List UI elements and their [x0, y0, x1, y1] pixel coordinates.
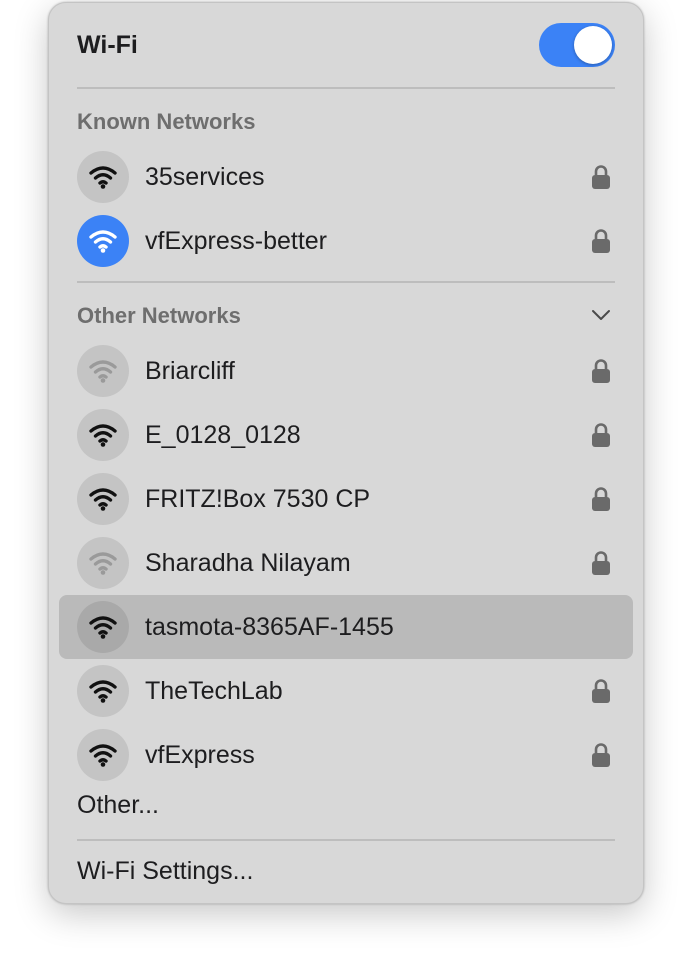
- other-networks-label: Other Networks: [77, 303, 241, 328]
- lock-icon: [591, 228, 611, 254]
- wifi-signal-icon: [77, 601, 129, 653]
- network-row[interactable]: Sharadha Nilayam: [59, 531, 633, 595]
- wifi-toggle[interactable]: [539, 23, 615, 67]
- network-name: FRITZ!Box 7530 CP: [145, 485, 371, 513]
- lock-icon: [591, 486, 611, 512]
- wifi-header: Wi-Fi: [77, 19, 615, 75]
- network-name: Sharadha Nilayam: [145, 549, 351, 577]
- lock-icon: [591, 678, 611, 704]
- wifi-signal-icon: [77, 473, 129, 525]
- divider: [77, 839, 615, 841]
- wifi-signal-icon: [77, 665, 129, 717]
- network-name: 35services: [145, 163, 265, 191]
- divider: [77, 281, 615, 283]
- network-row[interactable]: FRITZ!Box 7530 CP: [59, 467, 633, 531]
- divider: [77, 87, 615, 89]
- lock-icon: [591, 358, 611, 384]
- wifi-signal-icon: [77, 537, 129, 589]
- network-name: tasmota-8365AF-1455: [145, 613, 394, 641]
- network-name: vfExpress-better: [145, 227, 328, 255]
- network-name: E_0128_0128: [145, 421, 301, 449]
- wifi-signal-icon: [77, 345, 129, 397]
- network-row[interactable]: TheTechLab: [59, 659, 633, 723]
- network-row[interactable]: vfExpress-better: [59, 209, 633, 273]
- lock-icon: [591, 164, 611, 190]
- network-row[interactable]: E_0128_0128: [59, 403, 633, 467]
- network-row[interactable]: 35services: [59, 145, 633, 209]
- lock-icon: [591, 422, 611, 448]
- network-name: vfExpress: [145, 741, 255, 769]
- lock-icon: [591, 742, 611, 768]
- wifi-menu: Wi-Fi Known Networks Other Networks Othe…: [48, 2, 644, 904]
- network-row[interactable]: Briarcliff: [59, 339, 633, 403]
- lock-icon: [591, 550, 611, 576]
- wifi-signal-icon: [77, 215, 129, 267]
- wifi-settings-button[interactable]: Wi-Fi Settings...: [77, 857, 253, 886]
- wifi-signal-icon: [77, 729, 129, 781]
- network-name: Briarcliff: [145, 357, 235, 385]
- network-name: TheTechLab: [145, 677, 283, 705]
- network-row[interactable]: vfExpress: [59, 723, 633, 787]
- wifi-signal-icon: [77, 151, 129, 203]
- other-network-button[interactable]: Other...: [77, 791, 159, 820]
- menu-title: Wi-Fi: [77, 31, 138, 59]
- wifi-signal-icon: [77, 409, 129, 461]
- network-row[interactable]: tasmota-8365AF-1455: [59, 595, 633, 659]
- toggle-knob: [574, 26, 612, 64]
- chevron-down-icon[interactable]: [589, 303, 613, 327]
- known-networks-label: Known Networks: [77, 109, 256, 134]
